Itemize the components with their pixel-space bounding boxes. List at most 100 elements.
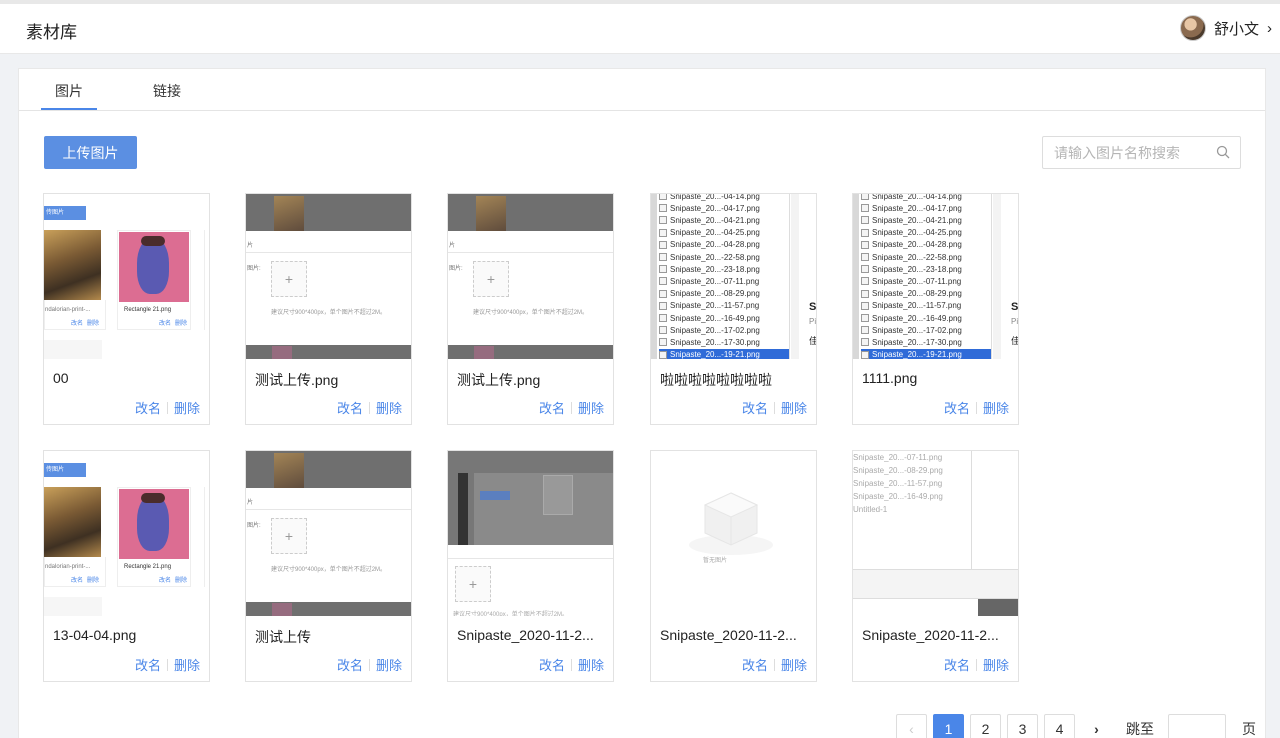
rename-link[interactable]: 改名: [539, 398, 565, 417]
tab-links[interactable]: 链接: [153, 81, 181, 101]
image-card[interactable]: 片 图片: + 建议尺寸900*400px，单个图片不超过2M。 测试上传.pn…: [245, 193, 412, 425]
delete-link[interactable]: 删除: [376, 655, 402, 674]
image-card[interactable]: Snipaste_20...-04-14.png Snipaste_20...-0…: [852, 193, 1019, 425]
thumb-file-row: Snipaste_20...-04-25.png: [659, 227, 760, 239]
next-page-button[interactable]: ›: [1081, 713, 1112, 738]
image-name: 测试上传.png: [255, 372, 339, 388]
delete-link[interactable]: 删除: [781, 398, 807, 417]
image-name: Snipaste_2020-11-2...: [660, 627, 797, 643]
image-card[interactable]: Snipaste_20...-04-14.png Snipaste_20...-0…: [650, 193, 817, 425]
search-icon[interactable]: [1216, 145, 1230, 159]
empty-box-icon: [689, 492, 773, 555]
image-name: 00: [53, 370, 69, 386]
jump-page-input[interactable]: [1168, 713, 1226, 738]
user-menu[interactable]: 舒小文 ›: [1179, 14, 1272, 42]
image-card[interactable]: 传图片 ndalorian-print-... 改名 删除 Rectangle …: [43, 450, 210, 682]
delete-link[interactable]: 删除: [578, 398, 604, 417]
avatar[interactable]: [1179, 15, 1206, 41]
jump-label: 跳至: [1126, 721, 1154, 737]
delete-link[interactable]: 删除: [983, 655, 1009, 674]
thumb-file-row: Snipaste_20...-23-18.png: [861, 263, 962, 275]
delete-link[interactable]: 删除: [781, 655, 807, 674]
rename-link[interactable]: 改名: [742, 398, 768, 417]
delete-link[interactable]: 删除: [983, 398, 1009, 417]
image-card[interactable]: 片 图片: + 建议尺寸900*400px，单个图片不超过2M。 测试上传 改名…: [245, 450, 412, 682]
thumb-file-row: Snipaste_20...-04-25.png: [861, 227, 962, 239]
rename-link[interactable]: 改名: [337, 655, 363, 674]
thumb-file-row: Snipaste_20...-17-02.png: [659, 324, 760, 336]
image-thumbnail[interactable]: 片 图片: + 建议尺寸900*400px，单个图片不超过2M。: [246, 451, 411, 616]
image-name: 测试上传.png: [457, 372, 541, 388]
page-3[interactable]: 3: [1007, 713, 1038, 738]
image-name: 1111.png: [862, 370, 918, 386]
image-thumbnail[interactable]: Snipaste_20...-07-11.png Snipaste_20...-0…: [853, 451, 1018, 616]
thumb-file-row: Snipaste_20...-19-21.png: [659, 348, 789, 359]
image-thumbnail[interactable]: Snipaste_20...-04-14.png Snipaste_20...-0…: [651, 194, 816, 359]
image-card[interactable]: Snipaste_20...-07-11.png Snipaste_20...-0…: [852, 450, 1019, 682]
delete-link[interactable]: 删除: [376, 398, 402, 417]
image-card[interactable]: 传图片 ndalorian-print-... 改名 删除 Rectangle …: [43, 193, 210, 425]
thumb-upload-chip: 传图片: [44, 206, 86, 220]
rename-link[interactable]: 改名: [944, 398, 970, 417]
thumb-file-row: Snipaste_20...-04-14.png: [659, 194, 760, 202]
thumb-upload-chip: 传图片: [44, 463, 86, 477]
thumb-file-row: Snipaste_20...-11-57.png: [853, 478, 943, 488]
rename-link[interactable]: 改名: [135, 398, 161, 417]
image-name: Snipaste_2020-11-2...: [457, 627, 594, 643]
image-thumbnail[interactable]: Snipaste_20...-04-14.png Snipaste_20...-0…: [853, 194, 1018, 359]
delete-link[interactable]: 删除: [174, 398, 200, 417]
image-thumbnail[interactable]: 传图片 ndalorian-print-... 改名 删除 Rectangle …: [44, 194, 209, 359]
thumb-file-row: Snipaste_20...-22-58.png: [861, 251, 962, 263]
rename-link[interactable]: 改名: [539, 655, 565, 674]
page-2[interactable]: 2: [970, 713, 1001, 738]
app-title: 素材库: [26, 23, 77, 42]
image-name: 13-04-04.png: [53, 627, 137, 643]
thumb-image-rectangle: [119, 489, 189, 559]
card-actions: 改名 删除: [135, 398, 200, 417]
image-thumbnail[interactable]: + 建议尺寸900*400px，单个图片不超过2M。: [448, 451, 613, 616]
page-1[interactable]: 1: [933, 713, 964, 738]
upload-image-button[interactable]: 上传图片: [44, 136, 137, 169]
tab-images[interactable]: 图片: [55, 81, 83, 101]
thumb-file-row: Snipaste_20...-04-21.png: [659, 214, 760, 226]
thumb-image-mandalorian: [44, 487, 101, 557]
image-card[interactable]: + 建议尺寸900*400px，单个图片不超过2M。 Snipaste_2020…: [447, 450, 614, 682]
card-actions: 改名 删除: [539, 398, 604, 417]
prev-page-button[interactable]: ‹: [896, 713, 927, 738]
thumb-file-row: Snipaste_20...-07-11.png: [659, 275, 759, 287]
rename-link[interactable]: 改名: [135, 655, 161, 674]
card-actions: 改名 删除: [337, 398, 402, 417]
thumb-file-row: Snipaste_20...-16-49.png: [659, 312, 760, 324]
card-actions: 改名 删除: [944, 398, 1009, 417]
image-name: 测试上传: [255, 629, 311, 645]
thumb-file-row: Snipaste_20...-04-17.png: [659, 202, 760, 214]
image-thumbnail[interactable]: 片 图片: + 建议尺寸900*400px，单个图片不超过2M。: [448, 194, 613, 359]
active-tab-indicator: [41, 108, 97, 110]
page-4[interactable]: 4: [1044, 713, 1075, 738]
rename-link[interactable]: 改名: [944, 655, 970, 674]
thumb-file-row: Snipaste_20...-08-29.png: [659, 288, 760, 300]
delete-link[interactable]: 删除: [174, 655, 200, 674]
user-name[interactable]: 舒小文: [1214, 18, 1259, 39]
card-actions: 改名 删除: [742, 398, 807, 417]
search-box[interactable]: [1042, 136, 1241, 169]
search-input[interactable]: [1043, 137, 1208, 168]
thumb-file-row: Snipaste_20...-17-02.png: [861, 324, 962, 336]
image-thumbnail[interactable]: 传图片 ndalorian-print-... 改名 删除 Rectangle …: [44, 451, 209, 616]
image-thumbnail[interactable]: 片 图片: + 建议尺寸900*400px，单个图片不超过2M。: [246, 194, 411, 359]
image-card[interactable]: 暂无图片 Snipaste_2020-11-2... 改名 删除: [650, 450, 817, 682]
card-actions: 改名 删除: [135, 655, 200, 674]
thumb-file-row: Snipaste_20...-08-29.png: [853, 465, 943, 475]
card-actions: 改名 删除: [337, 655, 402, 674]
rename-link[interactable]: 改名: [742, 655, 768, 674]
image-card[interactable]: 片 图片: + 建议尺寸900*400px，单个图片不超过2M。 测试上传.pn…: [447, 193, 614, 425]
card-actions: 改名 删除: [944, 655, 1009, 674]
delete-link[interactable]: 删除: [578, 655, 604, 674]
image-thumbnail[interactable]: 暂无图片: [651, 451, 816, 616]
thumb-file-row: Snipaste_20...-16-49.png: [861, 312, 962, 324]
rename-link[interactable]: 改名: [337, 398, 363, 417]
thumb-file-row: Snipaste_20...-11-57.png: [659, 300, 759, 312]
thumb-file-row: Snipaste_20...-04-21.png: [861, 214, 962, 226]
chevron-right-icon[interactable]: ›: [1267, 20, 1272, 37]
tab-bar: 图片 链接: [19, 69, 1265, 111]
